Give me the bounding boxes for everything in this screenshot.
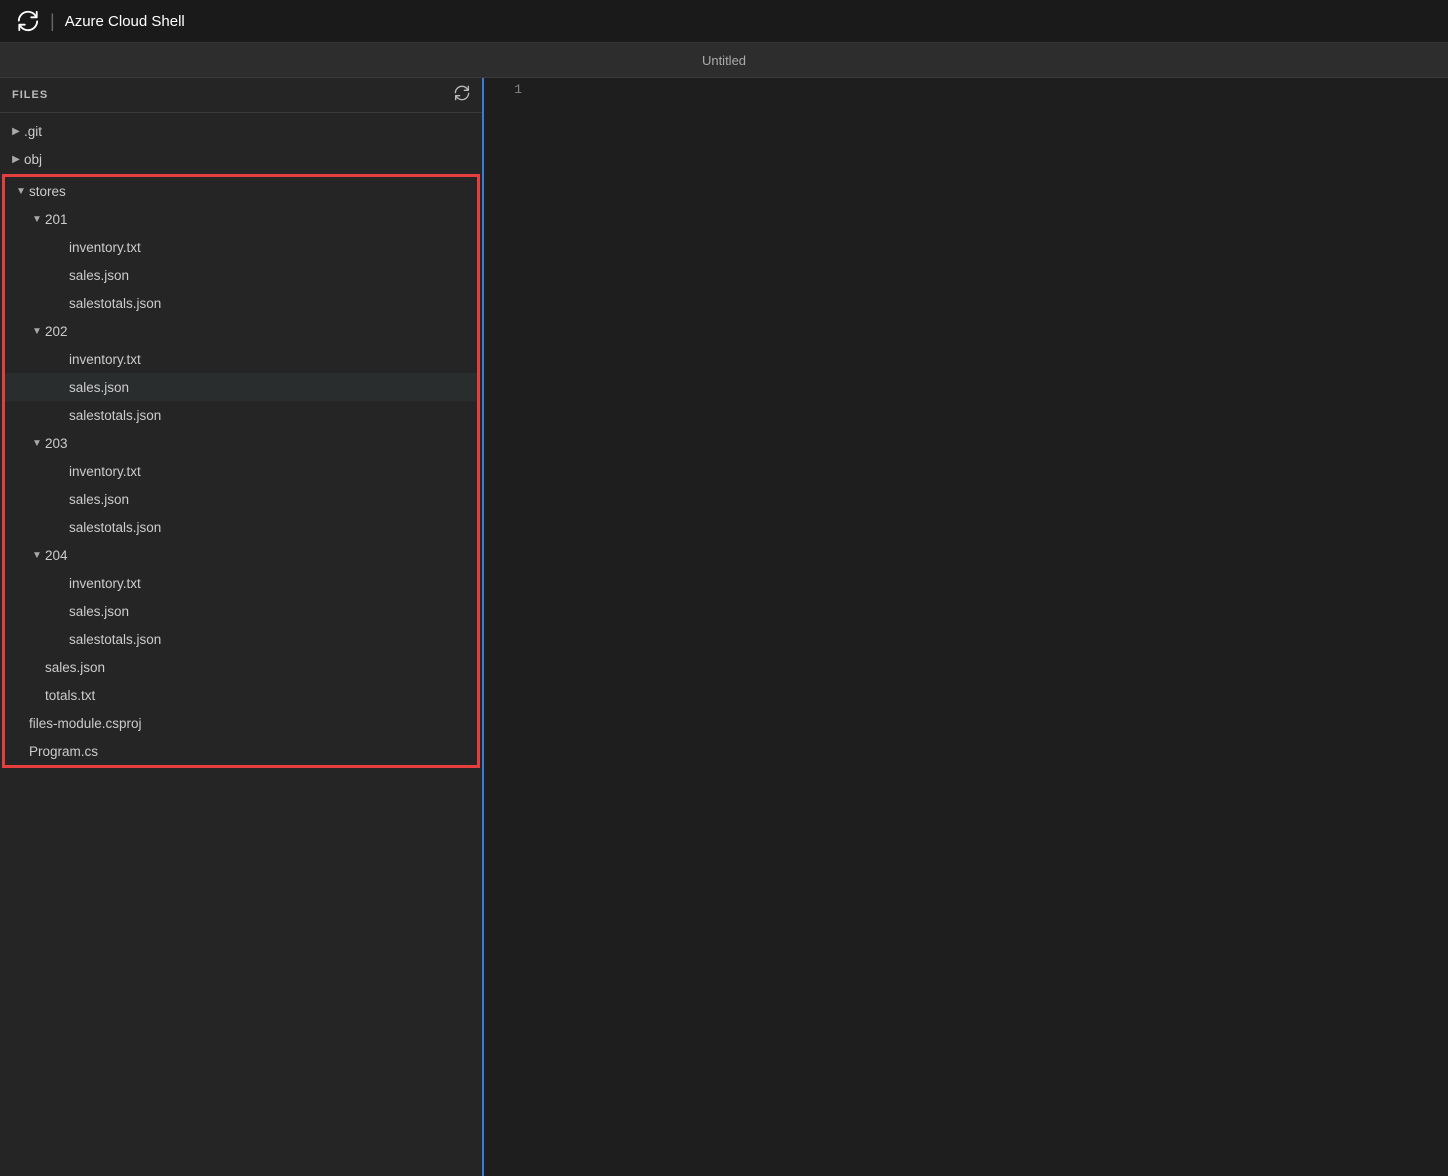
tree-item-201[interactable]: ▼ 201 [5, 205, 477, 233]
label-sales-203: sales.json [69, 492, 129, 507]
label-git: .git [24, 124, 42, 139]
arrow-salestotals-201 [53, 298, 69, 309]
label-salestotals-204: salestotals.json [69, 632, 161, 647]
label-salestotals-202: salestotals.json [69, 408, 161, 423]
arrow-201: ▼ [29, 214, 45, 225]
tree-item-204[interactable]: ▼ 204 [5, 541, 477, 569]
label-inventory-201: inventory.txt [69, 240, 141, 255]
arrow-sales-202 [53, 382, 69, 393]
title-text: Azure Cloud Shell [65, 13, 185, 30]
label-sales-204: sales.json [69, 604, 129, 619]
tree-item-inventory-201[interactable]: inventory.txt [5, 233, 477, 261]
title-divider: | [50, 11, 55, 32]
arrow-203: ▼ [29, 438, 45, 449]
arrow-sales-204 [53, 606, 69, 617]
arrow-totals-stores [29, 690, 45, 701]
editor: 1 [484, 78, 1448, 1176]
line-numbers: 1 [484, 82, 534, 1176]
arrow-git: ▶ [8, 126, 24, 137]
tree-item-files-module[interactable]: files-module.csproj [5, 709, 477, 737]
line-number-1: 1 [496, 82, 522, 97]
tree-item-totals-stores[interactable]: totals.txt [5, 681, 477, 709]
label-totals-stores: totals.txt [45, 688, 95, 703]
label-stores: stores [29, 184, 66, 199]
file-tree: ▶ .git ▶ obj ▼ stores ▼ 201 [0, 113, 482, 1176]
editor-content: 1 [484, 78, 1448, 1176]
tree-item-203[interactable]: ▼ 203 [5, 429, 477, 457]
label-program: Program.cs [29, 744, 98, 759]
tree-item-salestotals-204[interactable]: salestotals.json [5, 625, 477, 653]
label-inventory-204: inventory.txt [69, 576, 141, 591]
arrow-inventory-203 [53, 466, 69, 477]
refresh-icon[interactable] [454, 85, 470, 106]
label-salestotals-201: salestotals.json [69, 296, 161, 311]
tree-item-program[interactable]: Program.cs [5, 737, 477, 765]
arrow-program [13, 746, 29, 757]
tree-item-salestotals-203[interactable]: salestotals.json [5, 513, 477, 541]
highlighted-section: ▼ stores ▼ 201 inventory.txt sales.json [2, 174, 480, 768]
label-201: 201 [45, 212, 68, 227]
tree-item-git[interactable]: ▶ .git [0, 117, 482, 145]
label-sales-stores: sales.json [45, 660, 105, 675]
arrow-inventory-201 [53, 242, 69, 253]
arrow-files-module [13, 718, 29, 729]
arrow-sales-203 [53, 494, 69, 505]
cloud-shell-icon [16, 9, 40, 33]
label-obj: obj [24, 152, 42, 167]
main-layout: FILES ▶ .git ▶ obj ▼ [0, 78, 1448, 1176]
arrow-obj: ▶ [8, 154, 24, 165]
tree-item-sales-201[interactable]: sales.json [5, 261, 477, 289]
tree-item-202[interactable]: ▼ 202 [5, 317, 477, 345]
label-sales-201: sales.json [69, 268, 129, 283]
arrow-204: ▼ [29, 550, 45, 561]
tree-item-obj[interactable]: ▶ obj [0, 145, 482, 173]
arrow-salestotals-203 [53, 522, 69, 533]
arrow-sales-201 [53, 270, 69, 281]
editor-area[interactable] [534, 82, 1448, 1176]
sidebar-header: FILES [0, 78, 482, 113]
tree-item-sales-stores[interactable]: sales.json [5, 653, 477, 681]
label-salestotals-203: salestotals.json [69, 520, 161, 535]
tree-item-inventory-203[interactable]: inventory.txt [5, 457, 477, 485]
label-203: 203 [45, 436, 68, 451]
label-inventory-203: inventory.txt [69, 464, 141, 479]
tree-item-sales-203[interactable]: sales.json [5, 485, 477, 513]
label-inventory-202: inventory.txt [69, 352, 141, 367]
arrow-stores: ▼ [13, 186, 29, 197]
label-202: 202 [45, 324, 68, 339]
arrow-sales-stores [29, 662, 45, 673]
label-204: 204 [45, 548, 68, 563]
label-files-module: files-module.csproj [29, 716, 142, 731]
tree-item-sales-204[interactable]: sales.json [5, 597, 477, 625]
tree-item-stores[interactable]: ▼ stores [5, 177, 477, 205]
tree-item-salestotals-201[interactable]: salestotals.json [5, 289, 477, 317]
tree-item-inventory-202[interactable]: inventory.txt [5, 345, 477, 373]
tab-bar: Untitled [0, 43, 1448, 78]
tree-item-salestotals-202[interactable]: salestotals.json [5, 401, 477, 429]
label-sales-202: sales.json [69, 380, 129, 395]
tree-item-inventory-204[interactable]: inventory.txt [5, 569, 477, 597]
arrow-inventory-204 [53, 578, 69, 589]
title-bar: | Azure Cloud Shell [0, 0, 1448, 43]
arrow-salestotals-202 [53, 410, 69, 421]
tree-item-sales-202[interactable]: sales.json [5, 373, 477, 401]
arrow-inventory-202 [53, 354, 69, 365]
arrow-salestotals-204 [53, 634, 69, 645]
files-label: FILES [12, 89, 48, 101]
arrow-202: ▼ [29, 326, 45, 337]
sidebar: FILES ▶ .git ▶ obj ▼ [0, 78, 484, 1176]
tab-title: Untitled [702, 53, 746, 68]
